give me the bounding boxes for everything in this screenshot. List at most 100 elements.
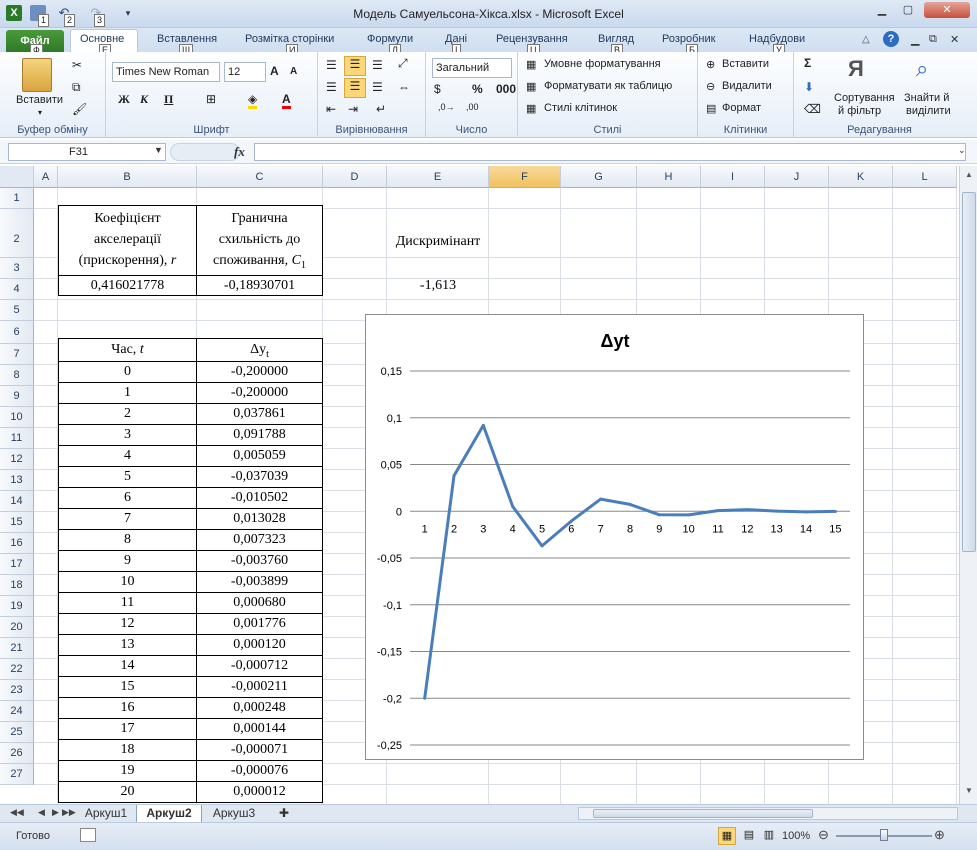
zoom-level[interactable]: 100% xyxy=(782,830,810,842)
column-header-C[interactable]: C xyxy=(197,166,323,188)
table-cell-delta-y[interactable]: -0,200000 xyxy=(196,382,323,404)
copy-icon[interactable]: ⧉ xyxy=(72,80,81,95)
table-cell-delta-y[interactable]: 0,001776 xyxy=(196,613,323,635)
align-middle-icon[interactable]: ☰ xyxy=(344,56,366,76)
row-header-15[interactable]: 15 xyxy=(0,512,34,533)
row-header-3[interactable]: 3 xyxy=(0,258,34,279)
next-sheet-icon[interactable]: ▶ xyxy=(52,807,59,818)
table-cell-time[interactable]: 12 xyxy=(58,613,197,635)
insert-cells-button[interactable]: Вставити xyxy=(722,58,769,70)
table-cell-time[interactable]: 3 xyxy=(58,424,197,446)
table-cell-time[interactable]: 7 xyxy=(58,508,197,530)
increase-indent-icon[interactable]: ⇥ xyxy=(348,102,358,116)
italic-icon[interactable]: К xyxy=(140,92,148,107)
row-header-5[interactable]: 5 xyxy=(0,300,34,321)
doc-minimize-icon[interactable]: ▁ xyxy=(911,33,919,46)
table-cell-delta-y[interactable]: -0,010502 xyxy=(196,487,323,509)
table-cell-time[interactable]: 8 xyxy=(58,529,197,551)
row-header-25[interactable]: 25 xyxy=(0,722,34,743)
row-header-19[interactable]: 19 xyxy=(0,596,34,617)
cond-format-button[interactable]: Умовне форматування xyxy=(544,58,661,70)
find-select-label-2[interactable]: виділити xyxy=(906,105,951,117)
column-header-G[interactable]: G xyxy=(561,166,637,188)
clear-icon[interactable]: ⌫ xyxy=(804,102,821,116)
table-cell-delta-y[interactable]: -0,000071 xyxy=(196,739,323,761)
table-cell-time[interactable]: 17 xyxy=(58,718,197,740)
formula-input[interactable] xyxy=(254,143,966,161)
table-cell-delta-y[interactable]: 0,037861 xyxy=(196,403,323,425)
zoom-slider-thumb[interactable] xyxy=(880,829,888,841)
borders-icon[interactable]: ⊞ xyxy=(206,92,216,106)
table-cell-time[interactable]: 19 xyxy=(58,760,197,782)
fill-icon[interactable]: ⬇ xyxy=(804,80,814,94)
column-header-J[interactable]: J xyxy=(765,166,829,188)
table-cell-delta-y[interactable]: 0,000144 xyxy=(196,718,323,740)
find-select-label-1[interactable]: Знайти й xyxy=(904,92,949,104)
row-header-11[interactable]: 11 xyxy=(0,428,34,449)
table-cell-delta-y[interactable]: -0,000712 xyxy=(196,655,323,677)
cell-E2[interactable]: Дискримінант xyxy=(387,232,489,252)
wrap-text-icon[interactable]: ↵ xyxy=(376,102,386,116)
close-button[interactable]: ✕ xyxy=(924,2,970,18)
scroll-thumb[interactable] xyxy=(962,192,976,552)
maximize-button[interactable]: ▢ xyxy=(896,2,920,18)
last-sheet-icon[interactable]: ▶▶ xyxy=(62,807,76,818)
scroll-up-icon[interactable]: ▲ xyxy=(962,170,976,184)
increase-decimal-icon[interactable]: ,0→ xyxy=(438,102,455,112)
row-header-12[interactable]: 12 xyxy=(0,449,34,470)
sheet-tab-3[interactable]: Аркуш3 xyxy=(206,805,262,822)
column-header-A[interactable]: A xyxy=(34,166,58,188)
row-header-6[interactable]: 6 xyxy=(0,321,34,344)
vertical-scrollbar[interactable]: ▲ ▼ xyxy=(959,166,977,804)
line-chart[interactable]: Δyt 0,15 0,1 0,05 0 -0,05 -0,1 -0,15 -0,2 -0,25 1 2… xyxy=(365,314,864,760)
table-cell-delta-y[interactable]: 0,013028 xyxy=(196,508,323,530)
merge-icon[interactable]: ⇔ xyxy=(398,80,410,94)
orientation-icon[interactable]: ⤢ xyxy=(398,56,408,71)
zoom-out-icon[interactable]: ⊖ xyxy=(818,827,829,843)
decrease-decimal-icon[interactable]: ,00 xyxy=(466,102,479,112)
name-box[interactable]: F31 xyxy=(8,143,166,161)
align-bottom-icon[interactable]: ☰ xyxy=(372,58,383,72)
cell-C3[interactable]: -0,18930701 xyxy=(196,275,323,296)
column-header-K[interactable]: K xyxy=(829,166,893,188)
table-cell-delta-y[interactable]: 0,007323 xyxy=(196,529,323,551)
normal-view-icon[interactable]: ▦ xyxy=(718,827,736,845)
h-scroll-thumb[interactable] xyxy=(593,809,813,818)
table-cell-time[interactable]: 13 xyxy=(58,634,197,656)
decrease-indent-icon[interactable]: ⇤ xyxy=(326,102,336,116)
name-box-dropdown-icon[interactable]: ▼ xyxy=(154,145,163,155)
row-header-21[interactable]: 21 xyxy=(0,638,34,659)
table-cell-time[interactable]: 10 xyxy=(58,571,197,593)
row-header-14[interactable]: 14 xyxy=(0,491,34,512)
column-header-B[interactable]: B xyxy=(58,166,197,188)
row-header-16[interactable]: 16 xyxy=(0,533,34,554)
row-header-10[interactable]: 10 xyxy=(0,407,34,428)
row-header-1[interactable]: 1 xyxy=(0,188,34,209)
page-break-view-icon[interactable]: ▥ xyxy=(760,827,778,845)
sheet-tab-2[interactable]: Аркуш2 xyxy=(136,805,202,822)
scroll-down-icon[interactable]: ▼ xyxy=(962,786,976,800)
cell-B6[interactable]: Час, t xyxy=(58,338,197,362)
align-center-icon[interactable]: ☰ xyxy=(344,78,366,98)
row-header-24[interactable]: 24 xyxy=(0,701,34,722)
column-header-L[interactable]: L xyxy=(893,166,957,188)
table-cell-delta-y[interactable]: 0,000680 xyxy=(196,592,323,614)
minimize-button[interactable]: ▁ xyxy=(870,2,894,18)
paste-button[interactable]: Вставити xyxy=(16,94,63,106)
autosum-icon[interactable]: Σ xyxy=(804,56,811,70)
row-header-17[interactable]: 17 xyxy=(0,554,34,575)
table-cell-time[interactable]: 14 xyxy=(58,655,197,677)
grow-font-icon[interactable]: A xyxy=(270,64,279,78)
column-header-I[interactable]: I xyxy=(701,166,765,188)
sort-filter-label-1[interactable]: Сортування xyxy=(834,92,895,104)
row-header-23[interactable]: 23 xyxy=(0,680,34,701)
table-cell-time[interactable]: 2 xyxy=(58,403,197,425)
format-painter-icon[interactable]: 🖌 xyxy=(72,102,87,116)
currency-icon[interactable]: $ xyxy=(434,82,441,96)
table-cell-time[interactable]: 1 xyxy=(58,382,197,404)
row-header-18[interactable]: 18 xyxy=(0,575,34,596)
percent-icon[interactable]: % xyxy=(472,82,483,96)
prev-sheet-icon[interactable]: ◀ xyxy=(38,807,45,818)
table-cell-time[interactable]: 11 xyxy=(58,592,197,614)
font-name-combo[interactable]: Times New Roman xyxy=(112,62,220,82)
